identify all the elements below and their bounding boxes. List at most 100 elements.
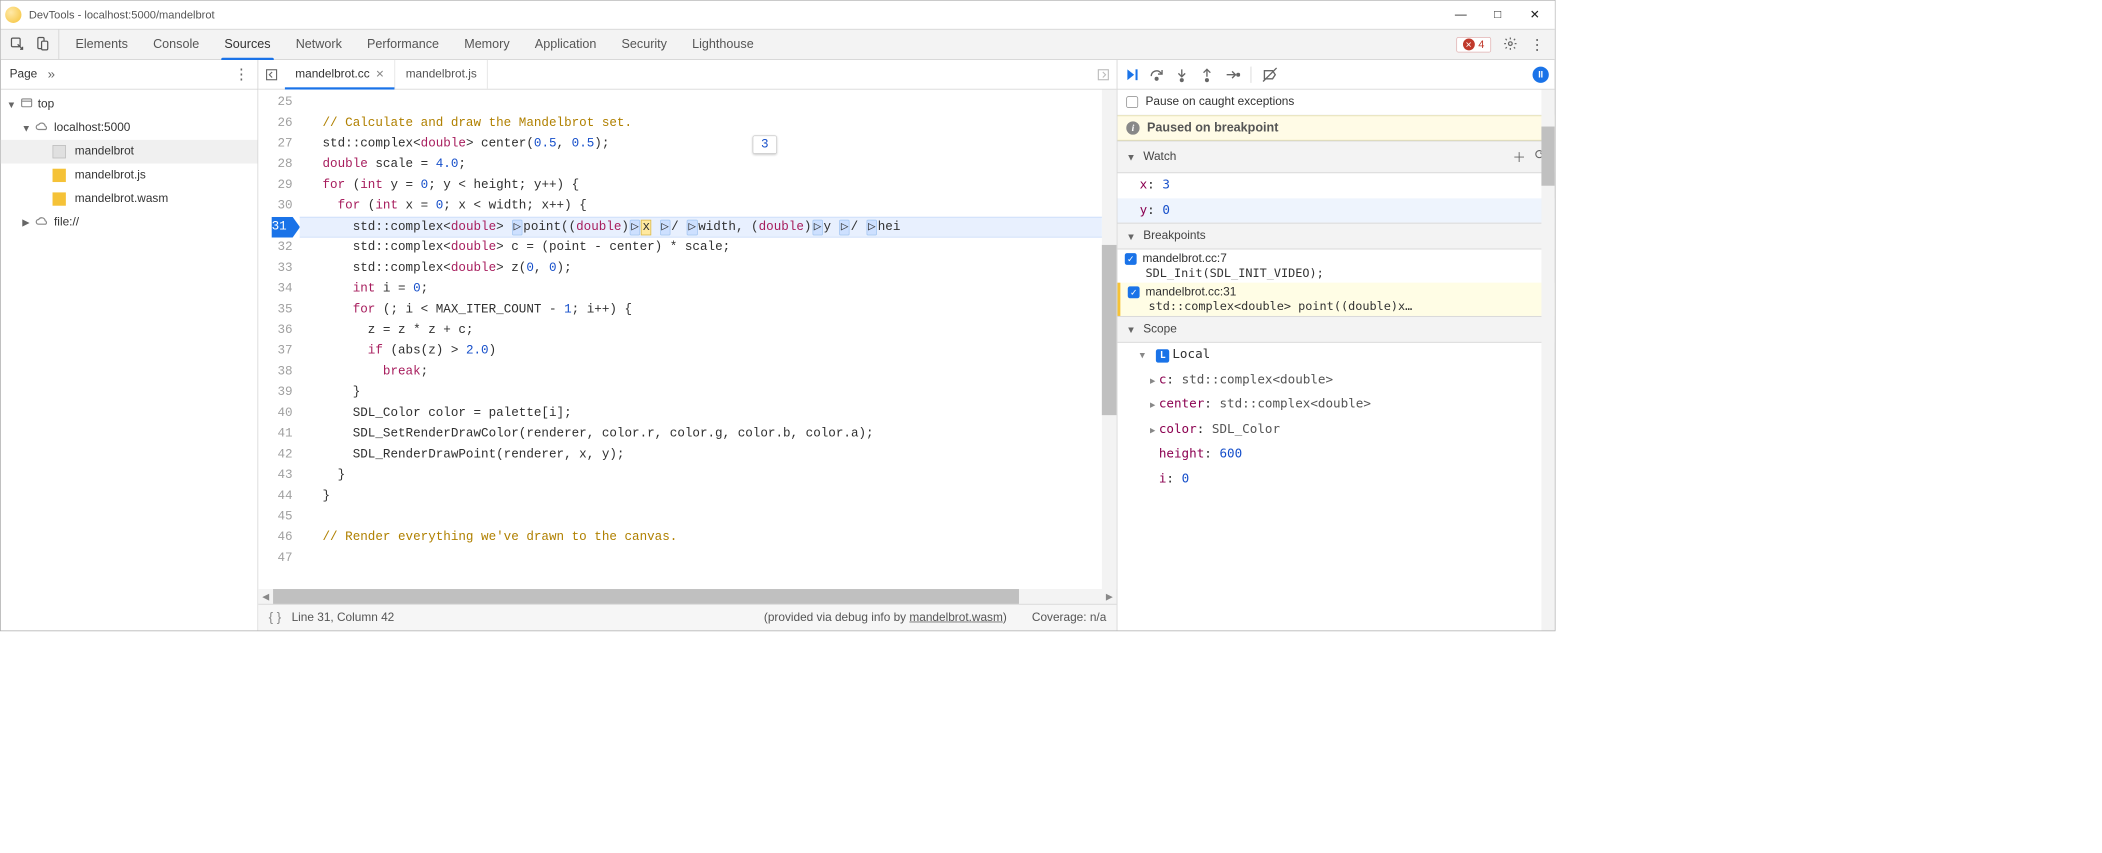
scope-local-header[interactable]: ▼ LLocal (1117, 343, 1554, 368)
scope-variable[interactable]: i: 0 (1117, 467, 1554, 492)
code-line[interactable]: int i = 0; (300, 279, 1102, 300)
deactivate-breakpoints-icon[interactable] (1262, 66, 1278, 82)
line-number[interactable]: 44 (272, 486, 293, 507)
breakpoint-entry[interactable]: ✓mandelbrot.cc:31std::complex<double> po… (1117, 283, 1554, 316)
code-line[interactable]: // Render everything we've drawn to the … (300, 528, 1102, 549)
line-number[interactable]: 41 (272, 424, 293, 445)
pause-exceptions-checkbox[interactable] (1126, 96, 1138, 108)
history-back-icon[interactable] (258, 68, 285, 81)
code-line[interactable]: for (int y = 0; y < height; y++) { (300, 175, 1102, 196)
line-number[interactable]: 37 (272, 341, 293, 362)
line-number[interactable]: 38 (272, 362, 293, 383)
debug-info-link[interactable]: mandelbrot.wasm (909, 611, 1002, 624)
watch-section-header[interactable]: ▼ Watch ＋ ⟳ (1117, 141, 1554, 174)
step-icon[interactable] (1224, 66, 1240, 82)
watch-entry[interactable]: x: 3 (1117, 173, 1554, 198)
scope-variable[interactable]: ▶c: std::complex<double> (1117, 367, 1554, 392)
line-number[interactable]: 29 (272, 175, 293, 196)
breakpoint-gutter[interactable]: 31 (272, 217, 300, 238)
breakpoint-checkbox[interactable]: ✓ (1128, 286, 1140, 298)
close-tab-icon[interactable]: ✕ (376, 68, 385, 81)
navigator-more-tabs-icon[interactable]: » (48, 67, 55, 83)
code-line[interactable]: z = z * z + c; (300, 320, 1102, 341)
line-number[interactable]: 26 (272, 113, 293, 134)
history-forward-icon[interactable] (1090, 68, 1117, 81)
add-watch-icon[interactable]: ＋ (1512, 147, 1525, 166)
code-line[interactable]: SDL_SetRenderDrawColor(renderer, color.r… (300, 424, 1102, 445)
line-number[interactable]: 34 (272, 279, 293, 300)
panel-tab-memory[interactable]: Memory (464, 30, 509, 60)
panel-tab-performance[interactable]: Performance (367, 30, 439, 60)
scope-variable[interactable]: ▶color: SDL_Color (1117, 417, 1554, 442)
scope-section-header[interactable]: ▼ Scope (1117, 316, 1554, 343)
editor-horizontal-scrollbar[interactable]: ◀ ▶ (258, 589, 1116, 604)
navigator-tab-page[interactable]: Page (10, 68, 38, 81)
code-line[interactable]: } (300, 486, 1102, 507)
watch-entry[interactable]: y: 0 (1117, 198, 1554, 223)
code-line[interactable]: // Calculate and draw the Mandelbrot set… (300, 113, 1102, 134)
tree-node-file-scheme[interactable]: ▶ file:// (1, 211, 258, 235)
code-line[interactable]: std::complex<double> c = (point - center… (300, 238, 1102, 259)
panel-tab-sources[interactable]: Sources (224, 30, 270, 60)
code-line[interactable]: break; (300, 362, 1102, 383)
code-line[interactable]: SDL_Color color = palette[i]; (300, 403, 1102, 424)
close-window-button[interactable]: ✕ (1527, 7, 1543, 23)
line-number[interactable]: 27 (272, 134, 293, 155)
maximize-button[interactable]: □ (1490, 7, 1506, 23)
line-number[interactable]: 43 (272, 465, 293, 486)
code-line[interactable]: } (300, 465, 1102, 486)
editor-vertical-scrollbar[interactable] (1102, 90, 1117, 589)
line-number[interactable]: 30 (272, 196, 293, 217)
settings-gear-icon[interactable] (1503, 36, 1518, 53)
step-out-icon[interactable] (1199, 66, 1215, 82)
scope-variable[interactable]: ▶center: std::complex<double> (1117, 392, 1554, 417)
panel-tab-security[interactable]: Security (622, 30, 667, 60)
resume-icon[interactable] (1123, 66, 1139, 82)
line-number[interactable]: 40 (272, 403, 293, 424)
code-line[interactable]: double scale = 4.0; (300, 155, 1102, 176)
line-number[interactable]: 47 (272, 548, 293, 569)
code-line[interactable]: } (300, 383, 1102, 404)
panel-tab-lighthouse[interactable]: Lighthouse (692, 30, 754, 60)
step-into-icon[interactable] (1174, 66, 1190, 82)
tree-file[interactable]: mandelbrot.wasm (1, 187, 258, 211)
panel-tab-elements[interactable]: Elements (75, 30, 127, 60)
tree-node-origin[interactable]: ▼ localhost:5000 (1, 116, 258, 140)
line-number[interactable]: 32 (272, 238, 293, 259)
line-number[interactable]: 25 (272, 93, 293, 114)
code-line[interactable] (300, 548, 1102, 569)
minimize-button[interactable]: — (1453, 7, 1469, 23)
line-number[interactable]: 28 (272, 155, 293, 176)
tree-file[interactable]: mandelbrot.js (1, 164, 258, 188)
line-number[interactable]: 39 (272, 383, 293, 404)
code-line[interactable]: SDL_RenderDrawPoint(renderer, x, y); (300, 445, 1102, 466)
line-number[interactable]: 42 (272, 445, 293, 466)
navigator-menu-icon[interactable]: ⋮ (234, 65, 249, 84)
code-line[interactable]: std::complex<double> z(0, 0); (300, 258, 1102, 279)
pause-state-badge[interactable]: II (1533, 66, 1549, 82)
code-line[interactable]: std::complex<double> center(0.5, 0.5); (300, 134, 1102, 155)
breakpoints-section-header[interactable]: ▼ Breakpoints (1117, 223, 1554, 250)
panel-tab-network[interactable]: Network (296, 30, 342, 60)
tree-file[interactable]: mandelbrot (1, 140, 258, 164)
line-number[interactable]: 36 (272, 320, 293, 341)
panel-tab-console[interactable]: Console (153, 30, 199, 60)
line-gutter[interactable]: 2526272829303132333435363738394041424344… (258, 90, 300, 589)
code-line[interactable] (300, 93, 1102, 114)
file-tab[interactable]: mandelbrot.js (395, 60, 488, 89)
right-pane-scrollbar[interactable] (1541, 90, 1554, 631)
pretty-print-icon[interactable]: { } (269, 610, 282, 626)
line-number[interactable]: 46 (272, 528, 293, 549)
pause-on-exceptions-row[interactable]: Pause on caught exceptions (1117, 90, 1554, 116)
code-line[interactable]: for (int x = 0; x < width; x++) { (300, 196, 1102, 217)
code-area[interactable]: 2526272829303132333435363738394041424344… (258, 90, 1116, 589)
code-line[interactable]: std::complex<double> ▷point((double)▷x ▷… (300, 217, 1102, 238)
error-count-badge[interactable]: ✕ 4 (1456, 37, 1491, 53)
step-over-icon[interactable] (1148, 66, 1164, 82)
file-tab[interactable]: mandelbrot.cc✕ (285, 60, 395, 89)
code-line[interactable] (300, 507, 1102, 528)
tree-node-top[interactable]: ▼ top (1, 93, 258, 117)
breakpoint-entry[interactable]: ✓mandelbrot.cc:7SDL_Init(SDL_INIT_VIDEO)… (1117, 249, 1554, 282)
code-line[interactable]: if (abs(z) > 2.0) (300, 341, 1102, 362)
inspect-element-icon[interactable] (10, 36, 25, 53)
